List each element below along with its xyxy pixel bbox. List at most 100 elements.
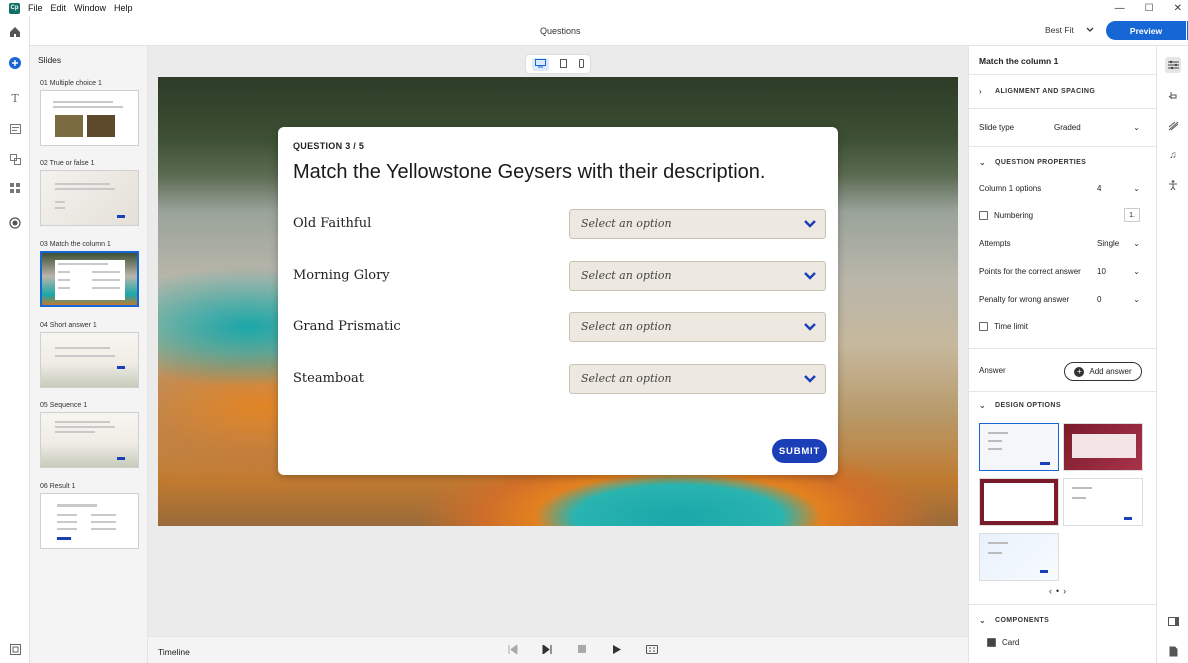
design-options-section-header[interactable]: ⌄ DESIGN OPTIONS xyxy=(979,401,1061,410)
previous-icon[interactable] xyxy=(508,644,518,657)
match-dropdown[interactable]: Select an option xyxy=(569,312,826,342)
timeline-bar: Timeline xyxy=(148,636,968,663)
slide-type-select[interactable]: Graded ⌄ xyxy=(1054,119,1140,135)
slide-thumbnail-1[interactable]: 01 Multiple choice 1 xyxy=(40,80,139,146)
chevron-down-icon: ⌄ xyxy=(979,158,987,167)
slide-label: 05 Sequence 1 xyxy=(40,402,88,409)
match-row: Grand Prismatic Select an option xyxy=(293,312,827,342)
submit-button[interactable]: SUBMIT xyxy=(772,439,827,463)
slide-label: 02 True or false 1 xyxy=(40,160,95,167)
library-icon[interactable] xyxy=(8,642,22,656)
design-option-5[interactable] xyxy=(979,533,1059,581)
record-icon[interactable] xyxy=(8,216,22,230)
points-label: Points for the correct answer xyxy=(979,267,1081,276)
interactions-icon[interactable] xyxy=(1166,89,1180,103)
design-option-1[interactable] xyxy=(979,423,1059,471)
components-section-header[interactable]: ⌄ COMPONENTS xyxy=(979,616,1049,625)
match-dropdown[interactable]: Select an option xyxy=(569,209,826,239)
tablet-view-icon[interactable] xyxy=(560,58,568,70)
next-icon[interactable] xyxy=(542,644,552,657)
chevron-down-icon: ⌄ xyxy=(979,616,987,625)
slide-preview xyxy=(40,332,139,388)
match-label: Old Faithful xyxy=(293,216,372,231)
card-checkbox[interactable] xyxy=(987,638,996,647)
slide-thumbnail-6[interactable]: 06 Result 1 xyxy=(40,483,139,549)
alignment-section-header[interactable]: › ALIGNMENT AND SPACING xyxy=(979,87,1095,96)
slide-thumbnail-5[interactable]: 05 Sequence 1 xyxy=(40,402,139,468)
menu-help[interactable]: Help xyxy=(114,3,133,13)
timeline-label[interactable]: Timeline xyxy=(158,647,190,657)
section-title: COMPONENTS xyxy=(995,617,1050,624)
chevron-down-icon: ⌄ xyxy=(1133,294,1140,304)
zoom-select[interactable]: Best Fit xyxy=(1045,25,1094,35)
match-dropdown[interactable]: Select an option xyxy=(569,261,826,291)
design-pager: ‹ • › xyxy=(1049,586,1066,596)
section-title: ALIGNMENT AND SPACING xyxy=(995,88,1096,95)
text-icon[interactable]: T xyxy=(8,91,22,105)
numbering-format[interactable]: 1. xyxy=(1124,208,1140,222)
slide-label: 06 Result 1 xyxy=(40,483,76,490)
chevron-left-icon[interactable]: ‹ xyxy=(1049,586,1052,596)
add-slide-icon[interactable] xyxy=(8,56,22,70)
close-button[interactable]: ✕ xyxy=(1174,3,1182,14)
chevron-down-icon xyxy=(804,272,816,280)
slide-type-value: Graded xyxy=(1054,122,1081,132)
match-dropdown[interactable]: Select an option xyxy=(569,364,826,394)
design-option-2[interactable] xyxy=(1063,423,1143,471)
numbering-checkbox[interactable] xyxy=(979,211,988,220)
stop-icon[interactable] xyxy=(578,645,586,656)
document-icon[interactable] xyxy=(1166,644,1180,658)
time-limit-checkbox[interactable] xyxy=(979,322,988,331)
panel-toggle-icon[interactable] xyxy=(1166,614,1180,628)
preview-button[interactable]: Preview xyxy=(1106,21,1186,40)
menu-window[interactable]: Window xyxy=(74,3,106,13)
menu-file[interactable]: File xyxy=(28,3,43,13)
minimize-button[interactable]: — xyxy=(1115,3,1125,14)
layers-icon[interactable] xyxy=(8,152,22,166)
slide-label: 03 Match the column 1 xyxy=(40,241,111,248)
design-option-4[interactable] xyxy=(1063,478,1143,526)
design-option-3[interactable] xyxy=(979,478,1059,526)
play-icon[interactable] xyxy=(613,645,621,657)
penalty-select[interactable]: 0 ⌄ xyxy=(1097,291,1140,307)
column1-options-select[interactable]: 4 ⌄ xyxy=(1097,180,1140,196)
numbering-label: Numbering xyxy=(994,211,1034,220)
chevron-right-icon[interactable]: › xyxy=(1063,586,1066,596)
accessibility-icon[interactable] xyxy=(1166,178,1180,192)
audio-icon[interactable]: ♫ xyxy=(1166,148,1180,162)
properties-icon[interactable] xyxy=(1165,57,1181,73)
home-icon[interactable] xyxy=(8,25,22,39)
app-logo: Cp xyxy=(9,2,20,14)
points-select[interactable]: 10 ⌄ xyxy=(1097,263,1140,279)
penalty-label: Penalty for wrong answer xyxy=(979,295,1070,304)
slide-preview xyxy=(40,251,139,307)
chevron-down-icon: ⌄ xyxy=(1133,266,1140,276)
chevron-down-icon: ⌄ xyxy=(1133,183,1140,193)
slides-panel: Slides 01 Multiple choice 1 02 True or f… xyxy=(30,46,148,663)
dropdown-placeholder: Select an option xyxy=(581,217,672,230)
animation-icon[interactable] xyxy=(1166,119,1180,133)
media-icon[interactable] xyxy=(8,122,22,136)
points-value: 10 xyxy=(1097,266,1106,276)
time-limit-label: Time limit xyxy=(994,322,1028,331)
slide-thumbnail-4[interactable]: 04 Short answer 1 xyxy=(40,322,139,388)
widgets-icon[interactable] xyxy=(8,181,22,195)
maximize-button[interactable]: ☐ xyxy=(1145,3,1154,14)
question-properties-section-header[interactable]: ⌄ QUESTION PROPERTIES xyxy=(979,158,1086,167)
match-row: Morning Glory Select an option xyxy=(293,261,827,291)
slide-thumbnail-2[interactable]: 02 True or false 1 xyxy=(40,160,139,226)
attempts-label: Attempts xyxy=(979,239,1011,248)
question-card: QUESTION 3 / 5 Match the Yellowstone Gey… xyxy=(278,127,838,475)
chevron-down-icon xyxy=(804,220,816,228)
menu-edit[interactable]: Edit xyxy=(51,3,67,13)
slide-thumbnail-3[interactable]: 03 Match the column 1 xyxy=(40,241,139,307)
section-title: DESIGN OPTIONS xyxy=(995,402,1061,409)
captions-icon[interactable] xyxy=(646,645,658,657)
add-answer-button[interactable]: + Add answer xyxy=(1064,362,1142,381)
desktop-view-icon[interactable] xyxy=(531,57,549,71)
card-label: Card xyxy=(1002,638,1020,647)
document-title: Questions xyxy=(540,26,581,36)
attempts-select[interactable]: Single ⌄ xyxy=(1097,235,1140,251)
slide-preview xyxy=(40,493,139,549)
mobile-view-icon[interactable] xyxy=(579,58,585,70)
